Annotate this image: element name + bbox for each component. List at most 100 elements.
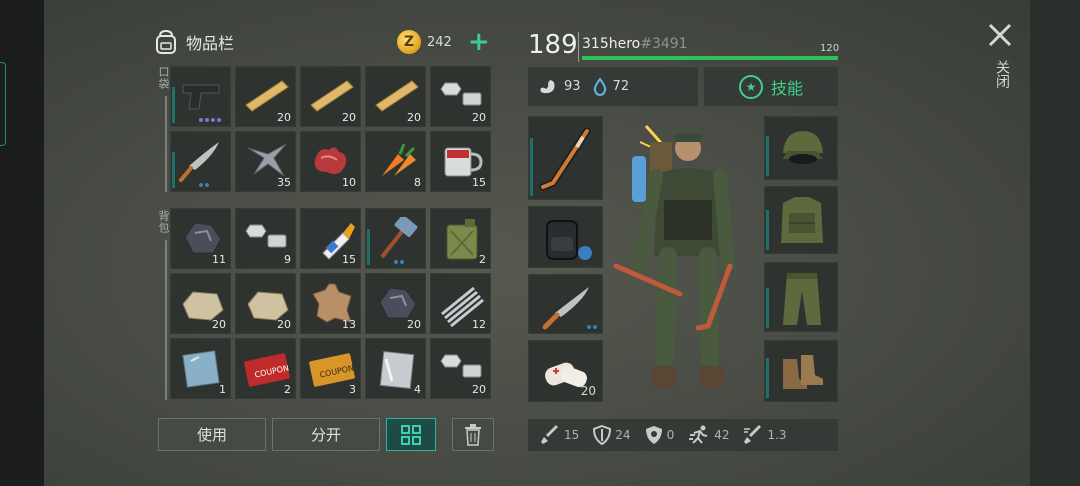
durability-bar (367, 229, 370, 265)
inventory-slot[interactable] (170, 66, 231, 127)
sort-grid-button[interactable] (386, 418, 436, 451)
player-name: 315hero#3491 (582, 36, 688, 52)
running-icon (689, 425, 708, 444)
inventory-slot[interactable] (170, 131, 231, 192)
quality-dots (587, 325, 597, 329)
inventory-slot[interactable]: 35 (235, 131, 296, 192)
coin-count: 242 (427, 34, 452, 50)
feet-armor-slot[interactable] (764, 340, 838, 402)
inventory-slot[interactable]: 20 (365, 273, 426, 334)
durability-bar (766, 358, 769, 398)
attack-speed-value: 1.3 (767, 428, 787, 442)
quality-dots (199, 118, 221, 122)
item-count: 20 (277, 318, 291, 331)
item-count: 20 (407, 111, 421, 124)
resist-value: 0 (666, 428, 675, 442)
quality-dots (199, 183, 209, 187)
head-armor-slot[interactable] (764, 116, 838, 180)
item-count: 4 (414, 383, 421, 396)
backpack-icon (156, 29, 176, 54)
coin-balance: Z 242 + (397, 29, 490, 55)
edge-indicator (0, 62, 6, 146)
inventory-slot[interactable]: 20 (430, 338, 491, 399)
food-stat: 93 (538, 79, 581, 95)
military-pants-icon (783, 273, 821, 325)
backpack-item-icon (546, 220, 592, 260)
inventory-slot[interactable]: 20 (300, 66, 361, 127)
inventory-slot[interactable]: COUPON 3 (300, 338, 361, 399)
use-button[interactable]: 使用 (158, 418, 266, 451)
item-count: 3 (349, 383, 356, 396)
trash-icon (465, 423, 481, 446)
inventory-header: 物品栏 (152, 28, 234, 56)
grid-icon (401, 424, 421, 445)
inventory-slot[interactable]: 10 (300, 131, 361, 192)
durability-bar (172, 87, 175, 123)
stomach-icon (540, 79, 555, 93)
inventory-slot[interactable]: 2 (430, 208, 491, 269)
attack-value: 15 (564, 428, 580, 442)
water-drop-icon (593, 77, 606, 96)
coin-icon: Z (397, 30, 421, 54)
split-button[interactable]: 分开 (272, 418, 380, 451)
item-count: 20 (472, 111, 486, 124)
leg-armor-slot[interactable] (764, 262, 838, 332)
inventory-slot[interactable]: 20 (365, 66, 426, 127)
item-count: 2 (479, 253, 486, 266)
inventory-slot[interactable]: 15 (430, 131, 491, 192)
quality-dots (394, 260, 404, 264)
inventory-slot[interactable]: 9 (235, 208, 296, 269)
consumable-slot[interactable]: 20 (528, 340, 603, 402)
item-count: 1 (219, 383, 226, 396)
character-avatar (613, 125, 735, 388)
inventory-slot[interactable]: 20 (235, 273, 296, 334)
item-count: 10 (342, 176, 356, 189)
inventory-slot[interactable]: 1 (170, 338, 231, 399)
close-label: 关闭 (994, 60, 1010, 88)
body-armor-slot[interactable] (764, 186, 838, 254)
player-level: 189 (528, 30, 578, 60)
item-count: 20 (472, 383, 486, 396)
sledgehammer-icon (380, 217, 418, 259)
inventory-slot[interactable]: 13 (300, 273, 361, 334)
radiation-shield-icon (645, 426, 662, 444)
star-icon: ★ (738, 74, 763, 99)
pocket-grid: 20 20 20 20 35 10 8 15 (170, 66, 491, 192)
xp-value: 120 (820, 43, 840, 54)
screen-edge-right (1030, 0, 1080, 486)
pocket-label: 口袋 (157, 66, 170, 90)
item-count: 9 (284, 253, 291, 266)
item-count: 11 (212, 253, 226, 266)
inventory-slot[interactable]: 20 (170, 273, 231, 334)
add-coins-button[interactable]: + (468, 29, 490, 55)
weapon-slot[interactable] (528, 116, 603, 200)
xp-bar (582, 56, 838, 60)
military-cap-icon (783, 131, 823, 164)
durability-bar (766, 288, 769, 328)
backpack-divider (165, 240, 167, 400)
inventory-slot[interactable]: 20 (235, 66, 296, 127)
attack-speed-stat: 1.3 (743, 425, 787, 445)
item-count: 20 (407, 318, 421, 331)
durability-bar (766, 136, 769, 176)
backpack-slot[interactable] (528, 206, 603, 268)
durability-bar (530, 138, 533, 196)
inventory-slot[interactable]: COUPON 2 (235, 338, 296, 399)
inventory-slot[interactable]: 20 (430, 66, 491, 127)
inventory-slot[interactable]: 12 (430, 273, 491, 334)
inventory-slot[interactable]: 4 (365, 338, 426, 399)
defense-stat: 24 (593, 425, 631, 445)
player-tag: #3491 (640, 36, 688, 52)
pocket-divider (165, 96, 167, 192)
inventory-slot[interactable]: 8 (365, 131, 426, 192)
item-count: 20 (580, 384, 596, 398)
close-button[interactable] (987, 22, 1013, 53)
player-name-text: 315hero (582, 36, 641, 52)
inventory-slot[interactable] (365, 208, 426, 269)
skills-button[interactable]: ★ 技能 (704, 67, 838, 106)
trash-button[interactable] (452, 418, 494, 451)
survival-stats: 93 72 (528, 67, 698, 106)
inventory-slot[interactable]: 15 (300, 208, 361, 269)
secondary-weapon-slot[interactable] (528, 274, 603, 334)
inventory-slot[interactable]: 11 (170, 208, 231, 269)
